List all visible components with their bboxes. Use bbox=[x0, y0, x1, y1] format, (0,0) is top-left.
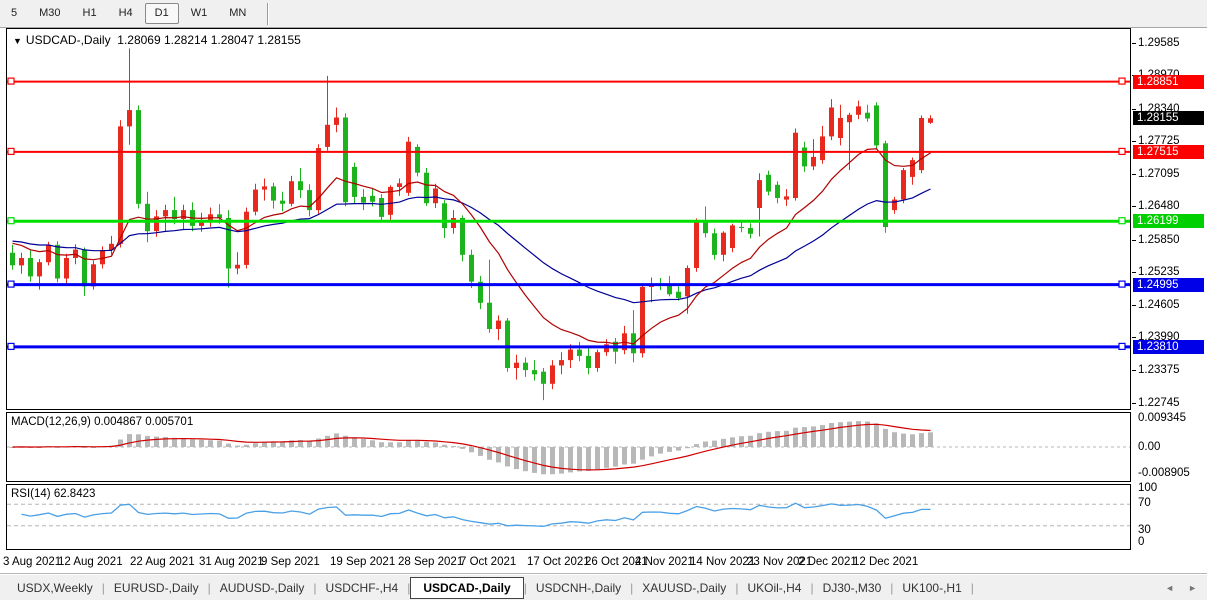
price-tick-label: 1.27095 bbox=[1138, 168, 1180, 181]
chart-tab-usdchf-h4[interactable]: USDCHF-,H4 bbox=[317, 577, 408, 599]
tab-scroll-right-icon[interactable]: ► bbox=[1188, 583, 1197, 593]
chart-symbol-label: USDCAD-,Daily bbox=[26, 33, 111, 47]
timeframe-toolbar: 5M30H1H4D1W1MN bbox=[0, 0, 1207, 28]
price-tick-mark bbox=[1132, 141, 1136, 142]
chart-tab-audusd-daily[interactable]: AUDUSD-,Daily bbox=[211, 577, 314, 599]
macd-panel: MACD(12,26,9) 0.004867 0.005701 bbox=[6, 412, 1131, 482]
hline-support-line-blue-1[interactable] bbox=[7, 281, 1130, 287]
price-tick-mark bbox=[1132, 109, 1136, 110]
rsi-panel: RSI(14) 62.8423 bbox=[6, 484, 1131, 550]
price-tick-mark bbox=[1132, 206, 1136, 207]
macd-axis-label: -0.008905 bbox=[1138, 467, 1190, 480]
price-tag-1.28155: 1.28155 bbox=[1133, 111, 1204, 125]
timeframe-button-d1[interactable]: D1 bbox=[145, 3, 179, 24]
tab-scroll-left-icon[interactable]: ◄ bbox=[1165, 583, 1174, 593]
date-label: 22 Aug 2021 bbox=[130, 556, 195, 568]
price-tag-1.23810: 1.23810 bbox=[1133, 340, 1204, 354]
chart-tab-bar: USDX,Weekly|EURUSD-,Daily|AUDUSD-,Daily|… bbox=[0, 574, 1207, 600]
timeframe-button-w1[interactable]: W1 bbox=[181, 3, 218, 24]
macd-histogram bbox=[10, 421, 933, 474]
price-axis[interactable]: 1.295851.289701.283401.277251.270951.264… bbox=[1132, 28, 1207, 552]
rsi-plot[interactable] bbox=[7, 485, 1130, 549]
ohlc-readout: 1.28069 1.28214 1.28047 1.28155 bbox=[111, 33, 301, 47]
rsi-axis-label: 100 bbox=[1138, 482, 1157, 495]
price-tick-label: 1.25850 bbox=[1138, 234, 1180, 247]
rsi-line bbox=[22, 503, 931, 526]
macd-axis-label: 0.009345 bbox=[1138, 412, 1186, 425]
price-tick-label: 1.29585 bbox=[1138, 37, 1180, 50]
date-label: 7 Oct 2021 bbox=[460, 556, 516, 568]
price-tick-label: 1.22745 bbox=[1138, 397, 1180, 410]
mt4-window: 5M30H1H4D1W1MN ▼ USDCAD-,Daily 1.28069 1.… bbox=[0, 0, 1207, 600]
chart-tab-ukoil-h4[interactable]: UKOil-,H4 bbox=[738, 577, 810, 599]
date-label: 2 Dec 2021 bbox=[798, 556, 857, 568]
timeframe-button-mn[interactable]: MN bbox=[219, 3, 256, 24]
collapse-chart-icon[interactable]: ▼ bbox=[13, 36, 22, 46]
timeframe-button-h1[interactable]: H1 bbox=[73, 3, 107, 24]
price-tick-mark bbox=[1132, 305, 1136, 306]
macd-axis-label: 0.00 bbox=[1138, 441, 1160, 454]
chart-tab-xauusd-daily[interactable]: XAUUSD-,Daily bbox=[633, 577, 735, 599]
price-tag-1.27515: 1.27515 bbox=[1133, 145, 1204, 159]
price-tick-mark bbox=[1132, 370, 1136, 371]
price-tag-1.24995: 1.24995 bbox=[1133, 278, 1204, 292]
date-label: 4 Nov 2021 bbox=[635, 556, 694, 568]
date-label: 28 Sep 2021 bbox=[398, 556, 463, 568]
toolbar-separator bbox=[267, 3, 269, 25]
price-tick-label: 1.23375 bbox=[1138, 364, 1180, 377]
date-label: 3 Aug 2021 bbox=[3, 556, 61, 568]
price-tick-mark bbox=[1132, 403, 1136, 404]
rsi-axis-label: 70 bbox=[1138, 497, 1151, 510]
chart-tab-usdcnh-daily[interactable]: USDCNH-,Daily bbox=[527, 577, 630, 599]
date-label: 12 Aug 2021 bbox=[58, 556, 123, 568]
rsi-label: RSI(14) 62.8423 bbox=[11, 488, 95, 500]
timeframe-button-5[interactable]: 5 bbox=[1, 3, 27, 24]
price-tick-mark bbox=[1132, 240, 1136, 241]
price-tick-label: 1.24605 bbox=[1138, 299, 1180, 312]
date-label: 31 Aug 2021 bbox=[199, 556, 264, 568]
price-chart-panel: ▼ USDCAD-,Daily 1.28069 1.28214 1.28047 1… bbox=[6, 28, 1131, 410]
timeframe-button-m30[interactable]: M30 bbox=[29, 3, 70, 24]
chart-tab-usdx-weekly[interactable]: USDX,Weekly bbox=[8, 577, 102, 599]
price-tag-1.26199: 1.26199 bbox=[1133, 214, 1204, 228]
rsi-axis-label: 0 bbox=[1138, 536, 1144, 549]
price-tick-mark bbox=[1132, 272, 1136, 273]
tab-separator: | bbox=[971, 581, 974, 595]
price-tick-label: 1.26480 bbox=[1138, 200, 1180, 213]
time-axis[interactable]: 3 Aug 202112 Aug 2021 22 Aug 2021 31 Aug 2… bbox=[6, 551, 1131, 572]
date-label: 14 Nov 2021 bbox=[690, 556, 755, 568]
price-tick-mark bbox=[1132, 174, 1136, 175]
timeframe-button-h4[interactable]: H4 bbox=[109, 3, 143, 24]
price-tick-mark bbox=[1132, 43, 1136, 44]
chart-tab-usdcad-daily[interactable]: USDCAD-,Daily bbox=[410, 577, 523, 599]
date-label: 19 Sep 2021 bbox=[330, 556, 395, 568]
chart-tab-dj30-m30[interactable]: DJ30-,M30 bbox=[814, 577, 891, 599]
price-tick-mark bbox=[1132, 337, 1136, 338]
ma-fast-line bbox=[13, 149, 931, 344]
chart-tab-uk100-h1[interactable]: UK100-,H1 bbox=[893, 577, 970, 599]
chart-title: ▼ USDCAD-,Daily 1.28069 1.28214 1.28047 1… bbox=[13, 33, 301, 47]
hline-resistance-line-1[interactable] bbox=[7, 78, 1130, 84]
date-label: 17 Oct 2021 bbox=[527, 556, 590, 568]
price-tag-1.28851: 1.28851 bbox=[1133, 75, 1204, 89]
date-label: 12 Dec 2021 bbox=[853, 556, 918, 568]
macd-label: MACD(12,26,9) 0.004867 0.005701 bbox=[11, 416, 193, 428]
hline-support-line-blue-2[interactable] bbox=[7, 343, 1130, 349]
hline-resistance-line-2[interactable] bbox=[7, 148, 1130, 154]
chart-tab-eurusd-daily[interactable]: EURUSD-,Daily bbox=[105, 577, 208, 599]
date-label: 9 Sep 2021 bbox=[261, 556, 320, 568]
price-chart-plot[interactable] bbox=[7, 29, 1130, 409]
